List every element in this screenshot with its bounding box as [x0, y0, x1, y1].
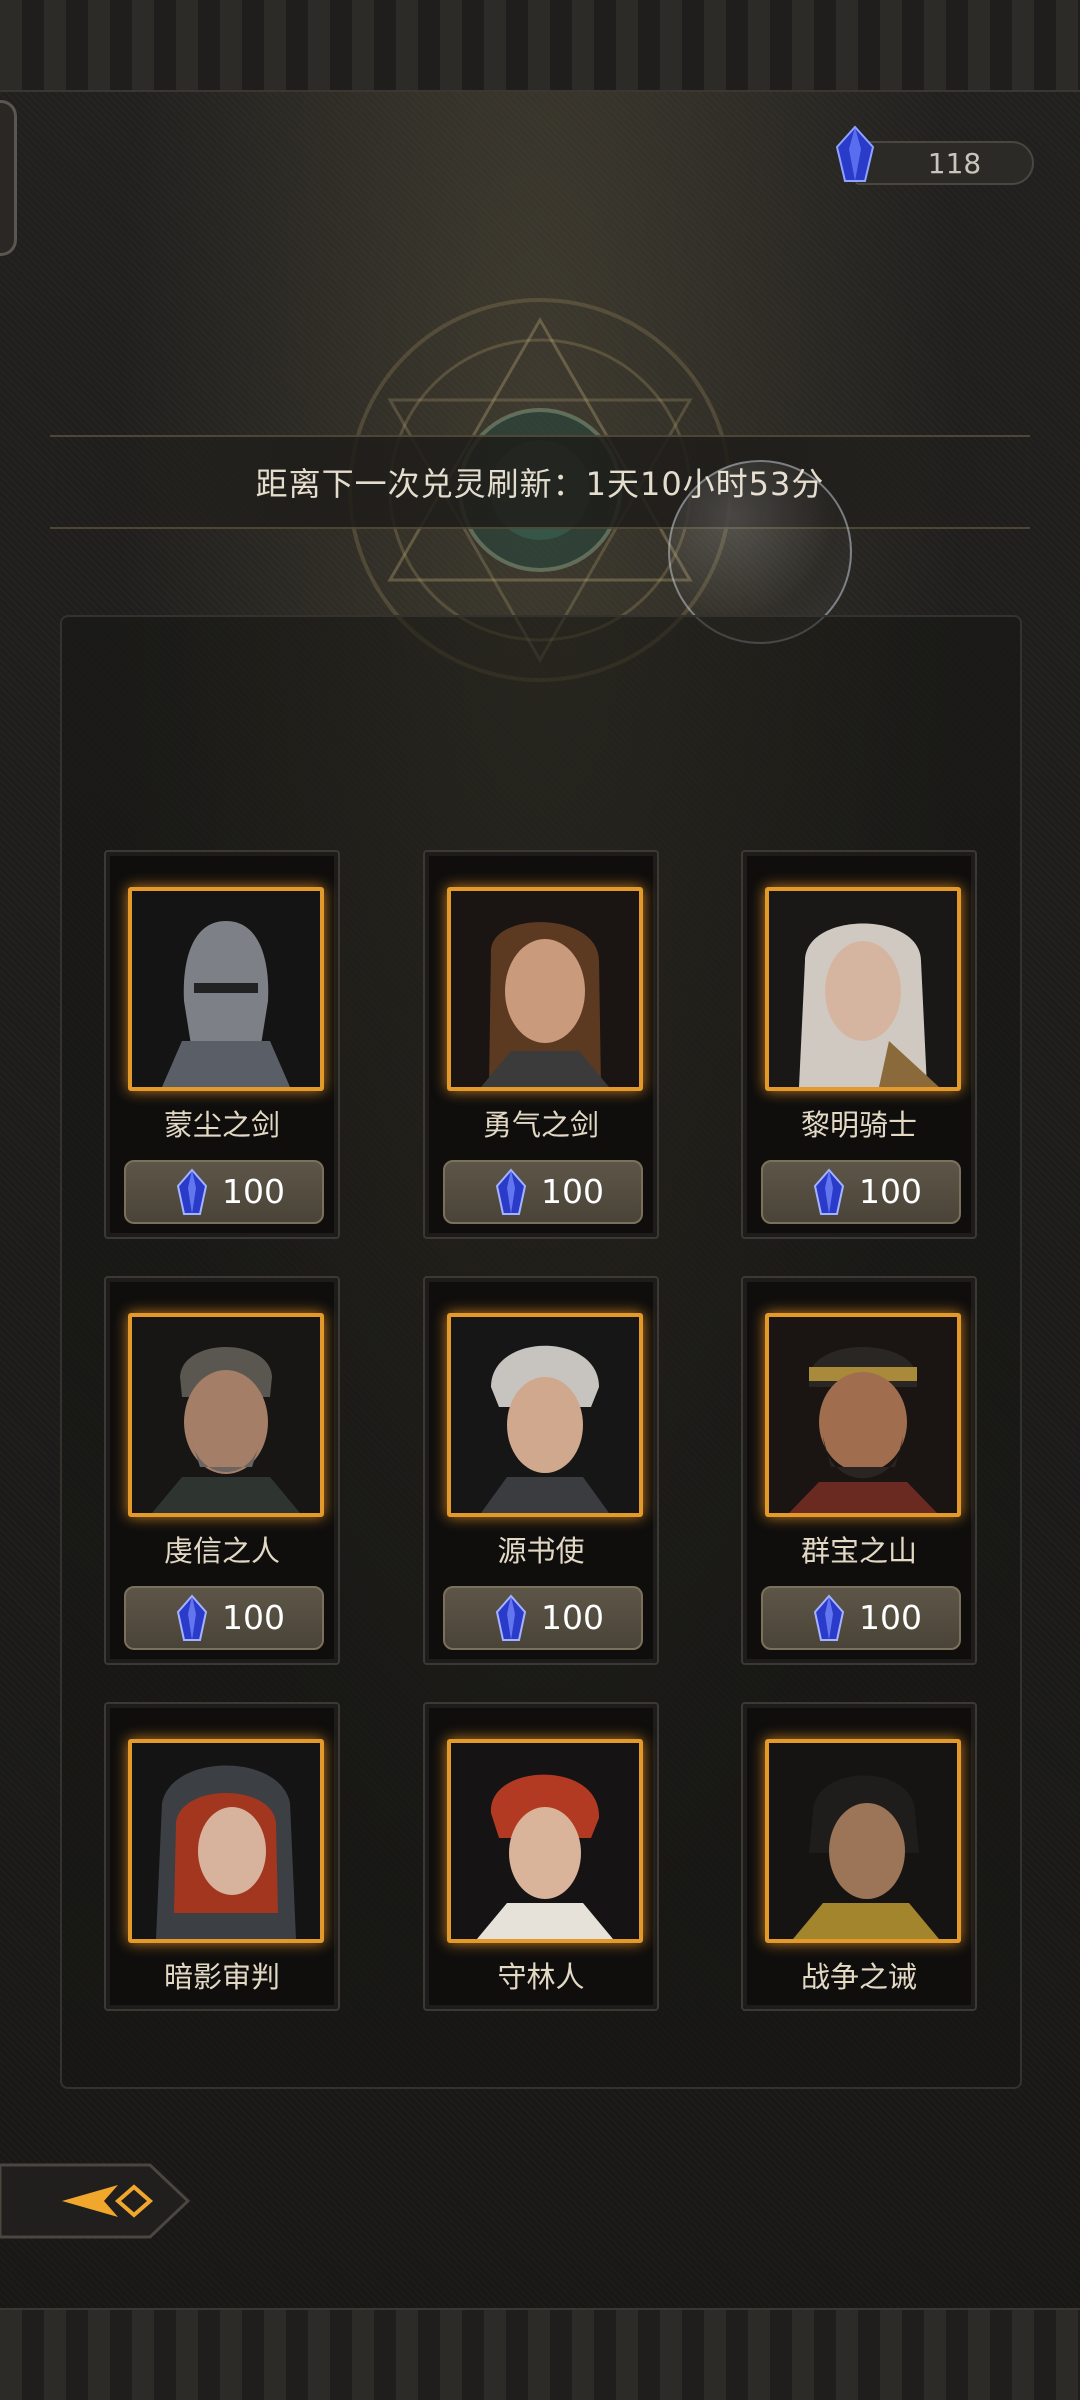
hero-card[interactable]: 暗影审判	[104, 1702, 340, 2011]
hero-name: 守林人	[497, 1960, 585, 1994]
silver-haired-woman-portrait	[769, 891, 957, 1087]
bearded-warrior-portrait	[769, 1317, 957, 1513]
hero-card[interactable]: 战争之诫	[741, 1702, 977, 2011]
price-value: 100	[222, 1172, 285, 1211]
blue-crystal-icon	[176, 1168, 208, 1215]
hero-portrait	[447, 1313, 643, 1517]
price-button[interactable]: 100	[443, 1160, 643, 1224]
hero-name: 蒙尘之剑	[163, 1108, 280, 1142]
hero-portrait	[128, 1739, 324, 1943]
hero-name: 群宝之山	[800, 1534, 917, 1568]
hooded-red-haired-woman-portrait	[132, 1743, 320, 1939]
hero-name: 黎明骑士	[800, 1108, 917, 1142]
price-value: 100	[859, 1172, 922, 1211]
hero-card[interactable]: 蒙尘之剑 100	[104, 850, 340, 1239]
hero-card[interactable]: 源书使 100	[423, 1276, 659, 1665]
white-haired-youth-portrait	[451, 1317, 639, 1513]
side-drawer-handle[interactable]	[0, 100, 17, 256]
price-value: 100	[541, 1172, 604, 1211]
blue-crystal-icon	[176, 1594, 208, 1641]
hero-name: 暗影审判	[163, 1960, 280, 1994]
back-arrow-icon[interactable]	[0, 2155, 190, 2247]
hero-portrait	[447, 887, 643, 1091]
refresh-banner: 距离下一次兑灵刷新：1天10小时53分	[50, 435, 1030, 529]
dark-haired-swordsman-portrait	[769, 1743, 957, 1939]
hero-card[interactable]: 守林人	[423, 1702, 659, 2011]
hero-portrait	[128, 887, 324, 1091]
blue-crystal-icon	[495, 1168, 527, 1215]
hero-portrait	[765, 887, 961, 1091]
hero-name: 战争之诫	[800, 1960, 917, 1994]
price-button[interactable]: 100	[761, 1586, 961, 1650]
blue-crystal-icon	[813, 1168, 845, 1215]
bottom-ornament-border	[0, 2308, 1080, 2400]
hero-portrait	[765, 1739, 961, 1943]
hero-name: 虔信之人	[163, 1534, 280, 1568]
price-value: 100	[541, 1598, 604, 1637]
gray-bearded-man-portrait	[132, 1317, 320, 1513]
hero-name: 勇气之剑	[482, 1108, 599, 1142]
red-haired-youth-portrait	[451, 1743, 639, 1939]
price-button[interactable]: 100	[443, 1586, 643, 1650]
hero-card[interactable]: 虔信之人 100	[104, 1276, 340, 1665]
top-ornament-border	[0, 0, 1080, 92]
hero-portrait	[765, 1313, 961, 1517]
blue-crystal-icon	[835, 125, 875, 182]
currency-display: 118	[825, 125, 1034, 185]
price-value: 100	[222, 1598, 285, 1637]
price-button[interactable]: 100	[124, 1586, 324, 1650]
price-button[interactable]: 100	[124, 1160, 324, 1224]
price-value: 100	[859, 1598, 922, 1637]
hero-portrait	[128, 1313, 324, 1517]
refresh-countdown-text: 距离下一次兑灵刷新：1天10小时53分	[255, 465, 825, 503]
hero-portrait	[447, 1739, 643, 1943]
brown-haired-woman-portrait	[451, 891, 639, 1087]
price-button[interactable]: 100	[761, 1160, 961, 1224]
blue-crystal-icon	[813, 1594, 845, 1641]
hero-name: 源书使	[497, 1534, 585, 1568]
hero-card[interactable]: 群宝之山 100	[741, 1276, 977, 1665]
hero-card[interactable]: 勇气之剑 100	[423, 850, 659, 1239]
armored-knight-portrait	[132, 891, 320, 1087]
hero-card[interactable]: 黎明骑士 100	[741, 850, 977, 1239]
blue-crystal-icon	[495, 1594, 527, 1641]
